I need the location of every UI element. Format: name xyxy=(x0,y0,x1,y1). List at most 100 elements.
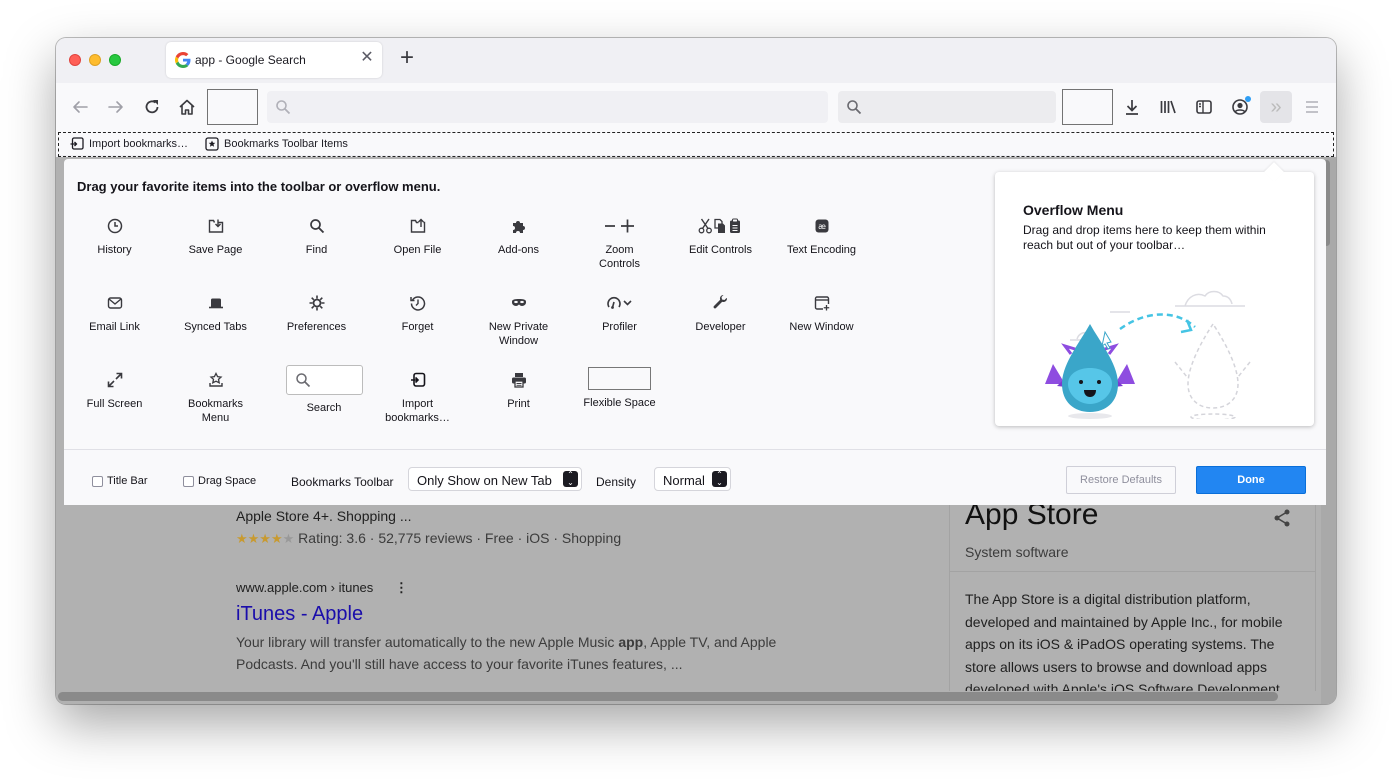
result-url-text: www.apple.com › itunes xyxy=(236,580,374,595)
hamburger-menu-icon xyxy=(1306,101,1318,113)
gear-icon xyxy=(266,294,367,312)
palette-item[interactable]: Import bookmarks… xyxy=(367,371,468,425)
account-button[interactable] xyxy=(1228,95,1252,119)
import-icon xyxy=(70,137,84,150)
result-snippet: Apple Store 4+. Shopping ... xyxy=(236,508,412,524)
downloads-button[interactable] xyxy=(1120,95,1144,119)
search-bar[interactable] xyxy=(838,91,1056,123)
drag-space-checkbox[interactable]: Drag Space xyxy=(183,475,256,487)
palette-item-label: Bookmarks Menu xyxy=(187,398,244,424)
zoom-window-button[interactable] xyxy=(109,54,121,66)
palette-item[interactable]: Forget xyxy=(367,294,468,334)
result-url[interactable]: www.apple.com › itunes ⋮ xyxy=(236,580,408,596)
gauge-icon xyxy=(569,294,670,312)
palette-item[interactable]: Open File xyxy=(367,217,468,257)
minimize-window-button[interactable] xyxy=(89,54,101,66)
checkbox-box[interactable] xyxy=(183,475,194,487)
share-icon[interactable] xyxy=(1272,508,1292,528)
mask-icon xyxy=(468,294,569,312)
bookmark-import[interactable]: Import bookmarks… xyxy=(70,137,188,151)
dragon-illustration xyxy=(1045,290,1251,419)
overflow-menu-button[interactable]: » xyxy=(1260,91,1292,123)
library-button[interactable] xyxy=(1156,95,1180,119)
bookmark-label: Bookmarks Toolbar Items xyxy=(224,138,348,150)
horizontal-scrollbar[interactable] xyxy=(58,692,1278,701)
palette-item-label: Forget xyxy=(401,321,434,333)
rating-meta: Rating: 3.6 · 52,775 reviews · Free · iO… xyxy=(298,530,622,546)
plus-icon: + xyxy=(399,44,414,71)
palette-item-label: Open File xyxy=(393,244,442,256)
home-button[interactable] xyxy=(175,95,199,119)
palette-item[interactable]: History xyxy=(64,217,165,257)
palette-item[interactable]: Edit Controls xyxy=(670,217,771,257)
text-encoding-icon: æ xyxy=(771,217,872,235)
palette-item[interactable]: Profiler xyxy=(569,294,670,334)
palette-item[interactable]: New Window xyxy=(771,294,872,334)
envelope-icon xyxy=(64,294,165,312)
palette-item-label: Edit Controls xyxy=(689,244,752,256)
palette-item[interactable]: Save Page xyxy=(165,217,266,257)
printer-icon xyxy=(468,371,569,389)
customize-hint: Drag your favorite items into the toolba… xyxy=(77,179,441,194)
checkbox-box[interactable] xyxy=(92,475,103,487)
palette-item-label: Print xyxy=(507,398,530,410)
customize-footer: Title Bar Drag Space Bookmarks Toolbar O… xyxy=(64,449,1326,505)
kp-line: apps on its iOS & iPadOS operating syste… xyxy=(965,636,1275,652)
palette-item[interactable]: Preferences xyxy=(266,294,367,334)
tab-title: app - Google Search xyxy=(195,53,306,67)
restore-defaults-button[interactable]: Restore Defaults xyxy=(1066,466,1176,494)
forward-button[interactable] xyxy=(104,95,128,119)
palette-item[interactable]: Add-ons xyxy=(468,217,569,257)
palette-item[interactable]: Find xyxy=(266,217,367,257)
palette-item[interactable]: Full Screen xyxy=(64,371,165,411)
toolbar-spacer-right xyxy=(1062,89,1113,125)
kp-description: The App Store is a digital distribution … xyxy=(965,588,1283,701)
clock-icon xyxy=(64,217,165,235)
close-window-button[interactable] xyxy=(69,54,81,66)
palette-item[interactable]: Print xyxy=(468,371,569,411)
tab-google-search[interactable]: app - Google Search ✕ xyxy=(166,42,382,78)
overflow-chevrons-icon: » xyxy=(1270,95,1282,118)
bookmarks-toolbar-select[interactable]: Only Show on New Tab ⌃ ⌄ xyxy=(408,467,582,491)
palette-item-label: Flexible Space xyxy=(583,397,656,409)
reload-button[interactable] xyxy=(140,95,164,119)
svg-text:æ: æ xyxy=(818,222,826,231)
palette-item-label: Full Screen xyxy=(86,398,143,410)
desc-text: , Apple TV, and Apple xyxy=(643,634,777,650)
navigation-toolbar: » xyxy=(56,83,1336,131)
overflow-menu-panel: Overflow Menu Drag and drop items here t… xyxy=(995,162,1314,426)
palette-item-label: Developer xyxy=(695,321,746,333)
sidebar-button[interactable] xyxy=(1192,95,1216,119)
kp-line: developed and maintained by Apple Inc., … xyxy=(965,613,1283,630)
kp-divider xyxy=(950,571,1315,572)
palette-item[interactable]: New Private Window xyxy=(468,294,569,348)
rating-stars: ★★★★★ xyxy=(236,531,295,546)
title-bar-checkbox[interactable]: Title Bar xyxy=(92,475,148,487)
close-tab-icon[interactable]: ✕ xyxy=(358,49,376,67)
palette-item[interactable]: Flexible Space xyxy=(569,367,670,410)
new-window-icon xyxy=(771,294,872,312)
new-tab-button[interactable]: + xyxy=(396,46,418,70)
back-button[interactable] xyxy=(68,95,92,119)
app-menu-button[interactable] xyxy=(1300,95,1324,119)
home-icon xyxy=(179,99,195,115)
bookmark-toolbar-items[interactable]: Bookmarks Toolbar Items xyxy=(205,137,348,151)
palette-item[interactable]: Zoom Controls xyxy=(569,217,670,271)
palette-item[interactable]: Email Link xyxy=(64,294,165,334)
result-title-link[interactable]: iTunes - Apple xyxy=(236,603,363,626)
browser-window: app - Google Search ✕ + » Import bookmar… xyxy=(56,38,1336,704)
palette-item[interactable]: Bookmarks Menu xyxy=(165,371,266,425)
palette-item[interactable]: æ Text Encoding xyxy=(771,217,872,257)
wrench-icon xyxy=(670,294,771,312)
palette-item[interactable]: Synced Tabs xyxy=(165,294,266,334)
density-select[interactable]: Normal ⌃ ⌄ xyxy=(654,467,731,491)
palette-item[interactable]: Developer xyxy=(670,294,771,334)
palette-item[interactable]: Search xyxy=(266,365,382,415)
search-icon xyxy=(276,100,291,115)
url-bar[interactable] xyxy=(267,91,828,123)
done-button[interactable]: Done xyxy=(1196,466,1306,494)
google-g-icon xyxy=(175,52,191,68)
result-description-line2: Podcasts. And you'll still have access t… xyxy=(236,656,683,672)
sidebar-icon xyxy=(1196,100,1212,114)
more-options-icon[interactable]: ⋮ xyxy=(395,580,408,595)
